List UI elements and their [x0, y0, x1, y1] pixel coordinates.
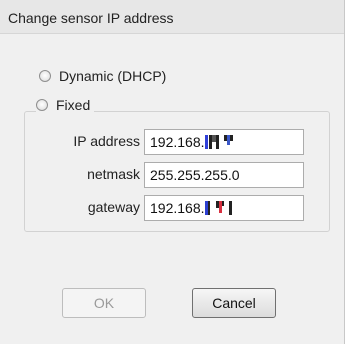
fixed-label: Fixed	[56, 97, 91, 113]
ip-address-input[interactable]: 192.168.	[144, 129, 304, 155]
cancel-button[interactable]: Cancel	[192, 288, 276, 318]
netmask-label: netmask	[87, 166, 140, 182]
change-ip-dialog: Change sensor IP address Dynamic (DHCP) …	[0, 0, 345, 344]
netmask-row: netmask 255.255.255.0	[32, 162, 312, 188]
dialog-title: Change sensor IP address	[0, 0, 344, 34]
dynamic-dhcp-label: Dynamic (DHCP)	[59, 68, 167, 84]
gateway-value: 192.168.	[150, 200, 205, 216]
ok-button[interactable]: OK	[62, 288, 146, 318]
gateway-input[interactable]: 192.168.	[144, 195, 304, 221]
gateway-label: gateway	[87, 199, 140, 215]
dynamic-dhcp-radio[interactable]	[39, 70, 51, 82]
gateway-redacted-mosaic	[204, 201, 232, 215]
ip-address-label: IP address	[73, 133, 140, 149]
gateway-row: gateway 192.168.	[32, 195, 312, 221]
fixed-radio[interactable]	[36, 99, 48, 111]
fixed-option[interactable]: Fixed	[36, 97, 95, 113]
netmask-value: 255.255.255.0	[150, 167, 240, 183]
ip-redacted-mosaic	[204, 135, 233, 149]
ip-address-row: IP address 192.168.	[32, 129, 312, 155]
netmask-input[interactable]: 255.255.255.0	[144, 162, 304, 188]
ip-address-value: 192.168.	[150, 134, 205, 150]
dynamic-dhcp-option[interactable]: Dynamic (DHCP)	[39, 68, 166, 84]
